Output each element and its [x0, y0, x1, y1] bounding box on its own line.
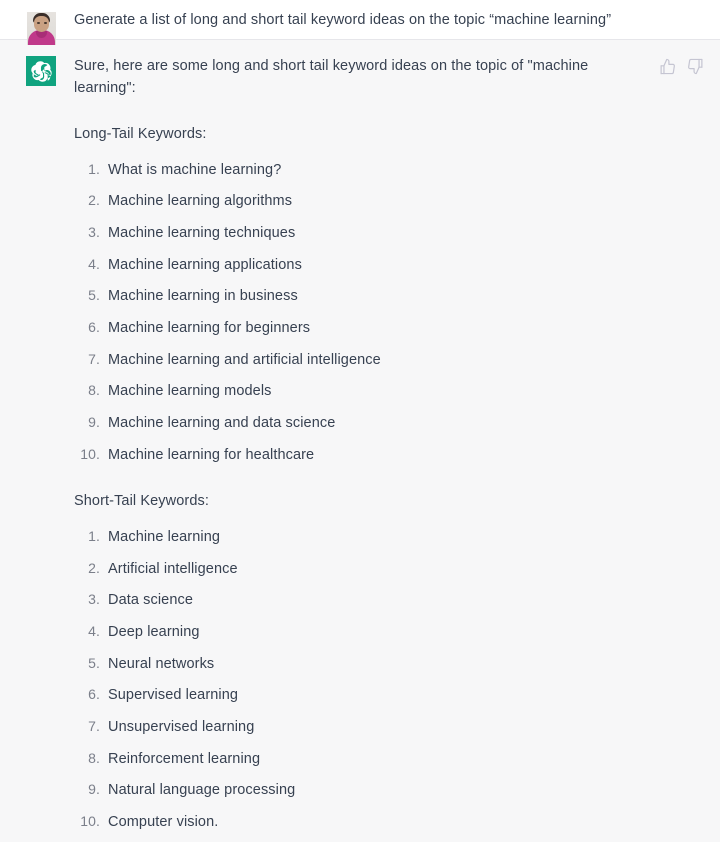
list-item-number: 5.: [88, 287, 100, 304]
list-item-label: Reinforcement learning: [108, 750, 261, 767]
list-item: 9. Machine learning and data science: [74, 411, 704, 435]
user-message-turn: Generate a list of long and short tail k…: [0, 0, 720, 45]
list-item-label: Machine learning in business: [108, 288, 298, 305]
list-item: 6. Machine learning for beginners: [74, 316, 704, 340]
user-message-text: Generate a list of long and short tail k…: [74, 12, 612, 28]
list-item: 2. Machine learning algorithms: [74, 189, 704, 213]
avatar-eye-right: [44, 22, 47, 24]
list-item: 2. Artificial intelligence: [74, 557, 704, 581]
list-item: 1. Machine learning: [74, 525, 704, 549]
list-item: 4. Deep learning: [74, 620, 704, 644]
list-item-number: 7.: [88, 350, 100, 367]
list-item-number: 4.: [88, 255, 100, 272]
list-item-label: Data science: [108, 592, 194, 609]
list-item-number: 6.: [88, 686, 100, 703]
user-photo-avatar: [27, 12, 56, 45]
list-item-label: Machine learning for beginners: [108, 319, 311, 336]
list-item-label: Computer vision.: [108, 814, 219, 831]
list-item-label: Machine learning and artificial intellig…: [108, 351, 381, 368]
avatar-face: [34, 16, 49, 32]
feedback-controls: [659, 54, 704, 75]
assistant-intro-text: Sure, here are some long and short tail …: [74, 58, 589, 96]
user-message-body: Generate a list of long and short tail k…: [74, 10, 720, 32]
avatar-eye-left: [37, 22, 40, 24]
list-item-label: Machine learning algorithms: [108, 193, 293, 210]
list-item: 7. Machine learning and artificial intell…: [74, 348, 704, 372]
list-item-number: 2.: [88, 192, 100, 209]
list-item-number: 5.: [88, 654, 100, 671]
thumbs-up-icon[interactable]: [659, 58, 676, 75]
list-item-number: 4.: [88, 622, 100, 639]
thumbs-down-icon[interactable]: [687, 58, 704, 75]
chat-conversation: Generate a list of long and short tail k…: [0, 0, 720, 842]
list-item: 3. Machine learning techniques: [74, 221, 704, 245]
list-item-number: 1.: [88, 160, 100, 177]
list-item-label: Unsupervised learning: [108, 719, 255, 735]
short-tail-section-heading: Short-Tail Keywords:: [74, 492, 209, 509]
assistant-intro-row: Sure, here are some long and short tail …: [74, 54, 704, 100]
list-item-number: 6.: [88, 318, 100, 335]
list-item-number: 2.: [88, 559, 100, 576]
list-item: 10. Machine learning for healthcare: [74, 443, 704, 467]
list-item-label: Supervised learning: [108, 687, 239, 704]
list-item-label: Machine learning for healthcare: [108, 446, 315, 463]
list-item-number: 9.: [88, 781, 100, 798]
list-item-label: Deep learning: [108, 623, 200, 640]
long-tail-section-heading: Long-Tail Keywords:: [74, 125, 207, 142]
long-tail-keyword-list: 1. What is machine learning? 2. Machine le…: [74, 158, 704, 467]
list-item-number: 1.: [88, 527, 100, 544]
short-tail-keyword-list: 1. Machine learning 2. Artificial intellig…: [74, 525, 704, 834]
list-item-label: Machine learning models: [108, 383, 272, 400]
list-item-label: Natural language processing: [108, 782, 296, 799]
list-item-label: Artificial intelligence: [108, 560, 238, 577]
list-item: 7. Unsupervised learning: [74, 715, 704, 739]
list-item-label: Machine learning applications: [108, 256, 302, 273]
list-item: 8. Reinforcement learning: [74, 747, 704, 771]
list-item-label: What is machine learning?: [108, 161, 282, 178]
assistant-message-body: Sure, here are some long and short tail …: [74, 54, 720, 842]
list-item-number: 7.: [88, 718, 100, 734]
assistant-message-turn: Sure, here are some long and short tail …: [0, 40, 720, 842]
list-item: 6. Supervised learning: [74, 683, 704, 707]
list-item-label: Machine learning: [108, 528, 221, 545]
list-item-number: 3.: [88, 223, 100, 240]
list-item-label: Machine learning techniques: [108, 224, 296, 241]
list-item: 5. Neural networks: [74, 652, 704, 676]
list-item: 5. Machine learning in business: [74, 284, 704, 308]
list-item: 1. What is machine learning?: [74, 158, 704, 182]
list-item-label: Machine learning and data science: [108, 415, 336, 431]
list-item-label: Neural networks: [108, 655, 215, 672]
list-item-number: 8.: [88, 749, 100, 766]
chatgpt-logo-icon: [26, 56, 56, 86]
assistant-avatar-container: [0, 54, 74, 86]
list-item-number: 8.: [88, 382, 100, 399]
list-item-number: 10.: [80, 445, 100, 462]
list-item-number: 9.: [88, 414, 100, 430]
list-item: 4. Machine learning applications: [74, 253, 704, 277]
list-item: 3. Data science: [74, 588, 704, 612]
list-item: 8. Machine learning models: [74, 379, 704, 403]
list-item-number: 3.: [88, 591, 100, 608]
list-item: 10. Computer vision.: [74, 810, 704, 834]
list-item-number: 10.: [80, 813, 100, 830]
list-item: 9. Natural language processing: [74, 778, 704, 802]
